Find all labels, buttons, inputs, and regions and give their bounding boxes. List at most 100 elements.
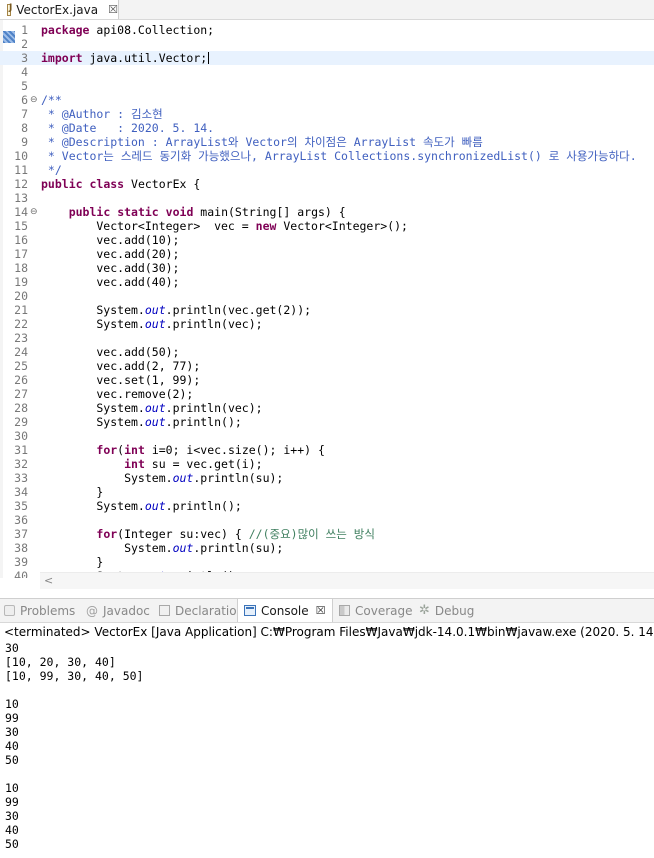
- code-token: new: [255, 219, 277, 233]
- code-line[interactable]: 4: [0, 65, 654, 79]
- horizontal-scrollbar[interactable]: <: [40, 572, 654, 589]
- tab-console[interactable]: Console ☒: [237, 599, 333, 622]
- code-line[interactable]: 24 vec.add(50);: [0, 345, 654, 359]
- code-line[interactable]: 27 vec.remove(2);: [0, 387, 654, 401]
- code-line[interactable]: 33 System.out.println(su);: [0, 471, 654, 485]
- code-line[interactable]: 20: [0, 289, 654, 303]
- code-line[interactable]: 17 vec.add(20);: [0, 247, 654, 261]
- console-output[interactable]: 30 [10, 20, 30, 40] [10, 99, 30, 40, 50] 10…: [5, 641, 645, 851]
- code-line[interactable]: 14 ⊖ public static void main(String[] arg…: [0, 205, 654, 219]
- code-text: vec.set(1, 99);: [41, 373, 200, 387]
- close-icon[interactable]: ☒: [108, 3, 118, 16]
- tab-coverage[interactable]: Coverage: [339, 599, 413, 622]
- code-line[interactable]: 32 int su = vec.get(i);: [0, 457, 654, 471]
- problems-icon: [4, 605, 15, 616]
- line-number: 37: [14, 527, 28, 541]
- editor-tab-vectorex[interactable]: VectorEx.java ☒: [0, 0, 119, 19]
- code-line[interactable]: 26 vec.set(1, 99);: [0, 373, 654, 387]
- line-number: 33: [14, 471, 28, 485]
- code-token: out: [144, 415, 166, 429]
- code-line[interactable]: 23: [0, 331, 654, 345]
- code-line[interactable]: 11 */: [0, 163, 654, 177]
- code-token: out: [144, 317, 166, 331]
- code-line[interactable]: 1 package api08.Collection;: [0, 23, 654, 37]
- code-line[interactable]: 22 System.out.println(vec);: [0, 317, 654, 331]
- code-token: vec.add(40);: [41, 275, 180, 289]
- code-line[interactable]: 19 vec.add(40);: [0, 275, 654, 289]
- code-text: public class VectorEx {: [41, 177, 200, 191]
- line-number: 21: [14, 303, 28, 317]
- code-line[interactable]: 38 System.out.println(su);: [0, 541, 654, 555]
- line-number: 6: [21, 93, 28, 107]
- scroll-left-icon[interactable]: <: [44, 574, 53, 587]
- fold-toggle-icon[interactable]: ⊖: [30, 93, 38, 107]
- code-line[interactable]: 34 }: [0, 485, 654, 499]
- code-line[interactable]: 2: [0, 37, 654, 51]
- code-text: vec.add(50);: [41, 345, 179, 359]
- line-number: 19: [14, 275, 28, 289]
- code-line[interactable]: 36: [0, 513, 654, 527]
- code-line[interactable]: 7 * @Author : 김소현: [0, 107, 654, 121]
- code-text: Vector<Integer> vec = new Vector<Integer…: [41, 219, 408, 233]
- code-token: .println(vec);: [165, 317, 263, 331]
- code-text: System.out.println();: [41, 415, 241, 429]
- code-line[interactable]: 16 vec.add(10);: [0, 233, 654, 247]
- tab-label: Coverage: [355, 603, 413, 618]
- tab-declaration[interactable]: Declaration: [159, 599, 244, 622]
- line-number: 39: [14, 555, 28, 569]
- code-line[interactable]: 37 for(Integer su:vec) { //(중요)많이 쓰는 방식: [0, 527, 654, 541]
- code-token: void: [165, 205, 194, 219]
- code-token: out: [172, 541, 194, 555]
- code-token: .println(vec);: [165, 401, 263, 415]
- line-number: 35: [14, 499, 28, 513]
- code-line[interactable]: 18 vec.add(30);: [0, 261, 654, 275]
- tab-problems[interactable]: Problems: [4, 599, 75, 622]
- java-file-icon: [7, 3, 13, 16]
- bookmark-marker-icon: [3, 31, 15, 43]
- code-line[interactable]: 9 * @Description : ArrayList와 Vector의 차이…: [0, 135, 654, 149]
- code-line[interactable]: 31 for(int i=0; i<vec.size(); i++) {: [0, 443, 654, 457]
- code-text: for(Integer su:vec) { //(중요)많이 쓰는 방식: [41, 527, 375, 541]
- tab-debug[interactable]: ✲ Debug: [419, 599, 474, 622]
- code-line[interactable]: 10 * Vector는 스레드 동기화 가능했으나, ArrayList Co…: [0, 149, 654, 163]
- code-text: */: [41, 163, 62, 177]
- code-line[interactable]: 13: [0, 191, 654, 205]
- code-line[interactable]: 21 System.out.println(vec.get(2));: [0, 303, 654, 317]
- line-number: 28: [14, 401, 28, 415]
- code-line[interactable]: 6 ⊖/**: [0, 93, 654, 107]
- javadoc-icon: @: [86, 603, 98, 618]
- code-token: }: [41, 555, 104, 569]
- code-line[interactable]: 12 public class VectorEx {: [0, 177, 654, 191]
- code-token: out: [144, 499, 166, 513]
- code-line[interactable]: 15 Vector<Integer> vec = new Vector<Inte…: [0, 219, 654, 233]
- fold-toggle-icon[interactable]: ⊖: [30, 205, 38, 219]
- code-token: .println(su);: [193, 541, 284, 555]
- code-editor[interactable]: 1 package api08.Collection; 2 3 import java.…: [0, 20, 654, 578]
- console-line: 40: [5, 739, 19, 753]
- text-caret: [208, 52, 210, 64]
- line-number: 22: [14, 317, 28, 331]
- code-line[interactable]: 3 import java.util.Vector;: [0, 51, 654, 65]
- code-line[interactable]: 8 * @Date : 2020. 5. 14.: [0, 121, 654, 135]
- line-number: 29: [14, 415, 28, 429]
- code-text: * @Description : ArrayList와 Vector의 차이점은…: [41, 135, 483, 149]
- code-token: .println(vec.get(2));: [165, 303, 312, 317]
- code-line[interactable]: 25 vec.add(2, 77);: [0, 359, 654, 373]
- console-line: 30: [5, 641, 19, 655]
- close-icon[interactable]: ☒: [316, 604, 326, 617]
- code-token: .println(su);: [193, 471, 284, 485]
- code-text: System.out.println(vec);: [41, 317, 263, 331]
- code-line[interactable]: 30: [0, 429, 654, 443]
- line-number: 20: [14, 289, 28, 303]
- code-line[interactable]: 5: [0, 79, 654, 93]
- code-token: VectorEx {: [124, 177, 201, 191]
- code-token: * @Description : ArrayList와 Vector의 차이점은…: [41, 135, 483, 149]
- code-line[interactable]: 39 }: [0, 555, 654, 569]
- code-line[interactable]: 35 System.out.println();: [0, 499, 654, 513]
- tab-javadoc[interactable]: @ Javadoc: [86, 599, 150, 622]
- code-token: package: [41, 23, 90, 37]
- console-line: 99: [5, 795, 19, 809]
- code-line[interactable]: 28 System.out.println(vec);: [0, 401, 654, 415]
- code-token: out: [172, 471, 194, 485]
- code-line[interactable]: 29 System.out.println();: [0, 415, 654, 429]
